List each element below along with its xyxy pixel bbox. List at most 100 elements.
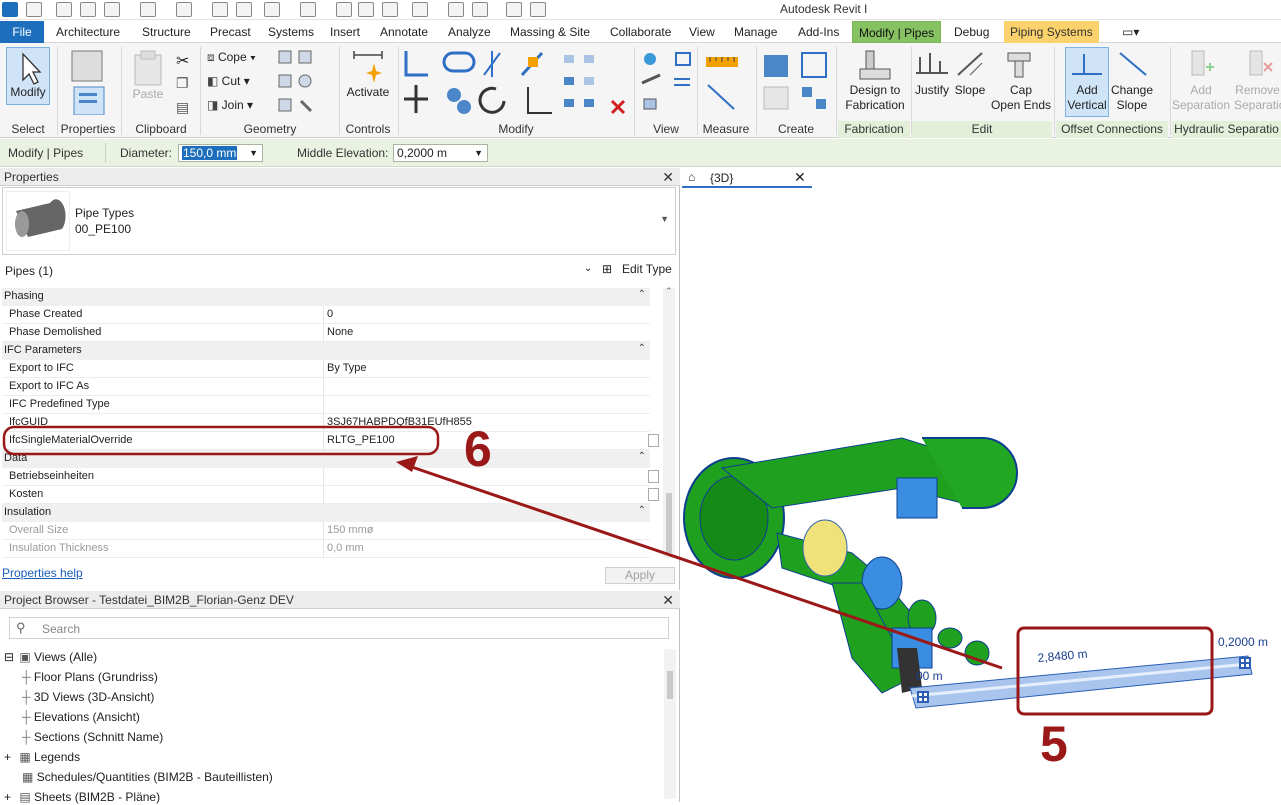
tree-node-sections[interactable]: ┼ Sections (Schnitt Name) [22, 730, 163, 744]
tree-node-elevations[interactable]: ┼ Elevations (Ansicht) [22, 710, 140, 724]
ribbon-options-icon[interactable]: ▭▾ [1116, 21, 1145, 43]
selection-filter-dropdown[interactable]: Pipes (1) [5, 264, 53, 278]
measure-tools-icon[interactable] [704, 51, 752, 114]
scroll-thumb[interactable] [667, 671, 673, 699]
tab-view[interactable]: View [683, 21, 721, 43]
aligned-dimension-icon[interactable] [264, 2, 280, 17]
measure-icon[interactable] [236, 2, 252, 17]
properties-panel-label[interactable]: Properties [58, 121, 118, 138]
create-tools-icon[interactable] [760, 49, 832, 118]
tab-file[interactable]: File [0, 21, 44, 43]
design-to-fabrication-icon[interactable] [858, 49, 894, 86]
cut-scissors-icon[interactable]: ✂ [176, 51, 189, 71]
category-insulation[interactable]: Insulation ⌃ [2, 504, 650, 522]
geometry-tools-icon[interactable] [277, 49, 317, 115]
pipe-model-drawing: 2,8480 m 0,2000 m 00 m [683, 437, 1268, 716]
copy-icon[interactable]: ❐ [176, 75, 189, 92]
tab-manage[interactable]: Manage [728, 21, 783, 43]
tab-collaborate[interactable]: Collaborate [604, 21, 677, 43]
modify-panel-label: Modify [498, 122, 534, 136]
diameter-dropdown[interactable]: 150,0 mm ▼ [178, 144, 263, 162]
save-icon[interactable] [80, 2, 96, 17]
tab-analyze[interactable]: Analyze [442, 21, 497, 43]
section-icon[interactable] [448, 2, 464, 17]
close-icon[interactable]: ✕ [662, 592, 674, 609]
paste-icon[interactable] [132, 49, 164, 90]
print-icon[interactable] [212, 2, 228, 17]
3d-viewport[interactable]: 2,8480 m 0,2000 m 00 m [682, 188, 1281, 802]
tag-icon[interactable] [300, 2, 316, 17]
revit-logo-icon[interactable] [2, 2, 18, 17]
type-name-label: 00_PE100 [75, 222, 132, 236]
browser-search-input[interactable]: ⚲ Search [9, 617, 669, 639]
tab-massing-site[interactable]: Massing & Site [504, 21, 596, 43]
slope-icon[interactable] [956, 49, 986, 82]
justify-icon[interactable] [914, 49, 950, 82]
edit-panel-label: Edit [912, 121, 1052, 138]
tab-annotate[interactable]: Annotate [374, 21, 434, 43]
tab-modify-pipes[interactable]: Modify | Pipes [852, 21, 942, 43]
open-icon[interactable] [56, 2, 72, 17]
thin-lines-icon[interactable] [336, 2, 352, 17]
tree-node-floor-plans[interactable]: ┼ Floor Plans (Grundriss) [22, 670, 158, 684]
param-row: Overall Size 150 mmø [2, 522, 650, 540]
cap-open-ends-label: Cap Open Ends [990, 83, 1052, 112]
edit-type-button[interactable]: ⊞ Edit Type [600, 262, 672, 276]
offset-connections-panel-label: Offset Connections [1056, 121, 1168, 138]
close-icon[interactable]: ✕ [662, 169, 674, 186]
middle-elevation-dropdown[interactable]: 0,2000 m ▼ [393, 144, 488, 162]
type-selector[interactable]: Pipe Types 00_PE100 ▼ [2, 187, 676, 255]
tab-systems[interactable]: Systems [262, 21, 320, 43]
text-icon[interactable] [382, 2, 398, 17]
close-icon[interactable]: ✕ [794, 169, 806, 186]
tab-insert[interactable]: Insert [324, 21, 366, 43]
match-type-icon[interactable]: ▤ [176, 99, 189, 116]
sync-icon[interactable] [104, 2, 120, 17]
activate-icon[interactable] [350, 49, 386, 88]
category-data[interactable]: Data ⌃ [2, 450, 650, 468]
modify-tools-icon[interactable] [404, 49, 640, 120]
customize-qat-icon[interactable] [530, 2, 546, 17]
tab-debug[interactable]: Debug [948, 21, 995, 43]
scroll-thumb[interactable] [666, 493, 672, 553]
undo-icon[interactable] [140, 2, 156, 17]
properties-help-link[interactable]: Properties help [2, 566, 83, 580]
annotate-icon[interactable] [358, 2, 374, 17]
tab-piping-systems[interactable]: Piping Systems [1004, 21, 1099, 43]
tree-node-schedules[interactable]: ▦ Schedules/Quantities (BIM2B - Bauteill… [22, 770, 273, 784]
chevron-down-icon[interactable]: ▼ [660, 214, 669, 224]
switch-windows-icon[interactable] [472, 2, 488, 17]
select-panel-label[interactable]: Select [2, 121, 54, 138]
redo-icon[interactable] [176, 2, 192, 17]
properties-scrollbar[interactable]: ⌃ [663, 286, 675, 558]
tab-3d-view[interactable]: ⌂ {3D} ✕ [682, 168, 812, 188]
tree-node-legends[interactable]: + ▦ Legends [4, 750, 80, 764]
remove-separation-icon[interactable] [1244, 49, 1274, 82]
join-button[interactable]: ◨ Join ▾ [207, 98, 253, 112]
checkbox[interactable] [648, 434, 659, 447]
tab-structure[interactable]: Structure [136, 21, 197, 43]
browser-scrollbar[interactable] [664, 649, 676, 799]
cut-button[interactable]: ◧ Cut ▾ [207, 74, 250, 88]
tree-node-3d-views[interactable]: ┼ 3D Views (3D-Ansicht) [22, 690, 154, 704]
category-phasing[interactable]: Phasing ⌃ [2, 288, 650, 306]
home-icon[interactable] [26, 2, 42, 17]
apply-button[interactable]: Apply [605, 567, 675, 584]
close-hidden-icon[interactable] [506, 2, 522, 17]
3d-view-icon[interactable] [412, 2, 428, 17]
checkbox[interactable] [648, 488, 659, 501]
add-separation-icon[interactable] [1186, 49, 1216, 82]
category-ifc-parameters[interactable]: IFC Parameters ⌃ [2, 342, 650, 360]
cope-button[interactable]: ⧈ Cope ▾ [207, 50, 256, 65]
tree-node-views[interactable]: ⊟ ▣ Views (Alle) [4, 650, 97, 664]
tab-add-ins[interactable]: Add-Ins [792, 21, 845, 43]
view-tools-icon[interactable] [640, 49, 696, 118]
tab-precast[interactable]: Precast [204, 21, 257, 43]
change-slope-icon[interactable] [1116, 49, 1150, 82]
chevron-down-icon[interactable]: ⌄ [584, 263, 592, 274]
tab-architecture[interactable]: Architecture [50, 21, 126, 43]
checkbox[interactable] [648, 470, 659, 483]
cap-open-ends-icon[interactable] [1004, 49, 1034, 82]
type-properties-icon[interactable] [70, 49, 106, 118]
instance-filter-row: Pipes (1) ⌄ ⊞ Edit Type [2, 259, 676, 281]
